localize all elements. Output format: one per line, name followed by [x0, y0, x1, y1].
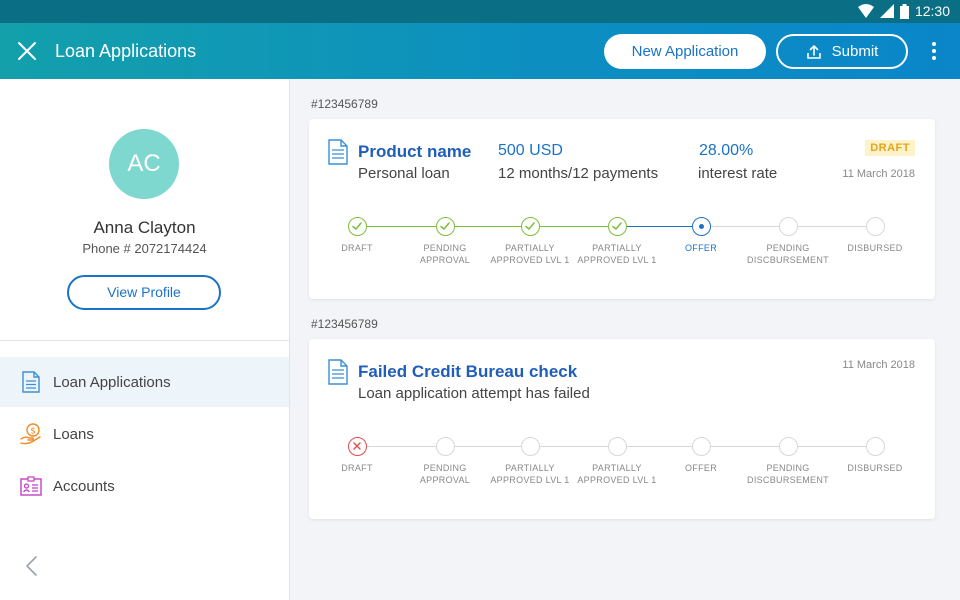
step-done-icon	[520, 217, 540, 236]
sidebar-divider	[0, 340, 289, 341]
step-label: Offer	[685, 463, 717, 473]
sidebar-item-loans[interactable]: $ Loans	[0, 409, 289, 459]
money-hand-icon: $	[20, 423, 42, 445]
step-pending-icon	[865, 217, 885, 236]
step-pending-icon	[865, 437, 885, 456]
user-name: Anna Clayton	[93, 218, 196, 237]
view-profile-button[interactable]: View Profile	[67, 275, 221, 310]
step-connector	[445, 226, 530, 227]
close-icon[interactable]	[14, 38, 40, 64]
step-connector	[445, 446, 530, 447]
sidebar-item-loan-applications[interactable]: Loan Applications	[0, 357, 289, 407]
document-icon	[20, 371, 42, 393]
step-label: Partially Approved lvl 1	[490, 243, 570, 265]
status-bar: 12:30	[0, 0, 960, 23]
step-label: Draft	[341, 463, 373, 473]
sidebar-item-label: Loan Applications	[53, 373, 171, 391]
application-id: #123456789	[311, 317, 378, 331]
step-label: Disbursed	[847, 243, 903, 253]
signal-icon	[879, 4, 894, 18]
step-connector	[701, 446, 788, 447]
progress-stepper: Draft Pending Approval Partially Approved lv…	[309, 119, 935, 299]
app-bar: Loan Applications New Application Submit	[0, 23, 960, 79]
svg-text:$: $	[30, 427, 36, 437]
status-icons: 12:30	[857, 3, 950, 19]
new-application-button[interactable]: New Application	[604, 34, 766, 69]
application-card[interactable]: Failed Credit Bureau check Loan applicat…	[309, 339, 935, 519]
page-title: Loan Applications	[55, 41, 197, 61]
step-connector	[530, 226, 617, 227]
id-card-icon	[20, 475, 42, 497]
step-connector	[357, 226, 445, 227]
application-id: #123456789	[311, 97, 378, 111]
more-options-icon[interactable]	[926, 39, 942, 65]
sidebar-item-accounts[interactable]: Accounts	[0, 461, 289, 511]
step-current-icon	[691, 217, 711, 236]
submit-label: Submit	[831, 43, 879, 60]
upload-icon	[806, 44, 821, 59]
avatar: AC	[109, 129, 179, 199]
step-connector	[617, 226, 701, 227]
sidebar-item-label: Loans	[53, 425, 94, 443]
sidebar-item-label: Accounts	[53, 477, 115, 495]
step-connector	[788, 446, 875, 447]
submit-button[interactable]: Submit	[776, 34, 908, 69]
status-time: 12:30	[914, 3, 950, 19]
chevron-left-icon[interactable]	[22, 555, 42, 577]
step-failed-icon	[347, 437, 367, 456]
step-connector	[357, 446, 445, 447]
step-label: Partially Approved lvl 1	[490, 463, 570, 485]
step-done-icon	[607, 217, 627, 236]
step-pending-icon	[520, 437, 540, 456]
user-phone: Phone # 2072174424	[82, 241, 207, 256]
step-connector	[617, 446, 701, 447]
sidebar: AC Anna Clayton Phone # 2072174424 View …	[0, 79, 290, 600]
battery-icon	[899, 3, 909, 19]
step-pending-icon	[435, 437, 455, 456]
step-pending-icon	[778, 437, 798, 456]
step-label: Draft	[341, 243, 373, 253]
step-connector	[530, 446, 617, 447]
wifi-icon	[857, 4, 874, 18]
step-pending-icon	[778, 217, 798, 236]
application-card[interactable]: Product name Personal loan 500 USD 12 mo…	[309, 119, 935, 299]
step-done-icon	[347, 217, 367, 236]
step-pending-icon	[607, 437, 627, 456]
progress-stepper: Draft Pending Approval Partially Approved lv…	[309, 339, 935, 519]
step-connector	[788, 226, 875, 227]
step-label: Pending Discbursement	[747, 463, 829, 485]
step-connector	[701, 226, 788, 227]
step-pending-icon	[691, 437, 711, 456]
step-label: Pending Discbursement	[747, 243, 829, 265]
step-label: Offer	[685, 243, 717, 253]
step-done-icon	[435, 217, 455, 236]
step-label: Disbursed	[847, 463, 903, 473]
